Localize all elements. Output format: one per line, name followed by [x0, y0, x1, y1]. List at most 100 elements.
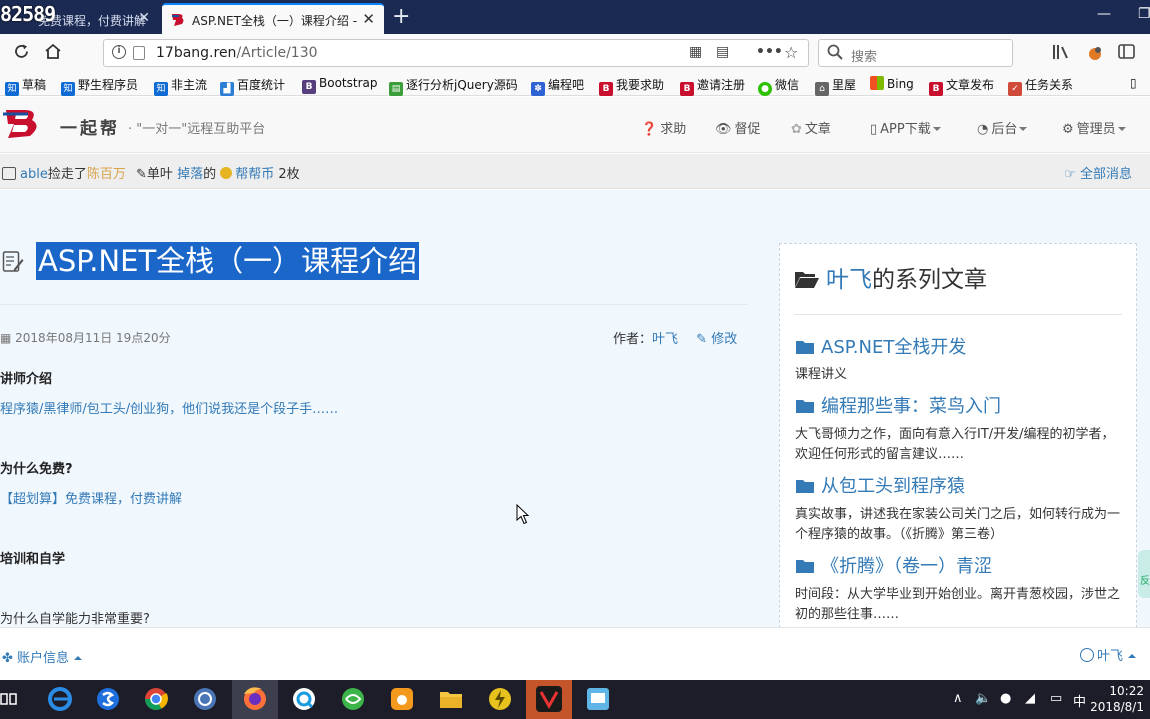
firefox-active-task[interactable]: [232, 680, 278, 719]
message-target-link[interactable]: 陈百万: [87, 167, 126, 182]
sogou-icon[interactable]: [94, 685, 122, 713]
paw-icon: ✽: [531, 82, 545, 96]
site-icon: B: [680, 82, 694, 96]
bookmark-item[interactable]: ✽ 编程吧: [531, 76, 584, 96]
nav-help[interactable]: ❓ 求助: [641, 118, 686, 137]
bookmark-item[interactable]: B Bootstrap: [302, 76, 377, 94]
tray-expand-icon[interactable]: ∧: [953, 691, 963, 706]
article-title[interactable]: ASP.NET全栈（一）课程介绍: [36, 242, 420, 280]
home-icon[interactable]: [44, 43, 62, 60]
bookmark-item[interactable]: ▤ 逐行分析jQuery源码: [389, 76, 518, 96]
footer-bar: ✤ 账户信息 叶飞: [0, 627, 1150, 680]
tab-active[interactable]: ASP.NET全栈（一）课程介绍 - ✕: [162, 3, 384, 34]
bookmark-item[interactable]: B 邀请注册: [680, 76, 745, 96]
more-bookmarks-icon[interactable]: ▯: [1130, 76, 1137, 90]
volume-icon[interactable]: 🔈: [975, 691, 991, 706]
caret-down-icon: [1117, 127, 1126, 131]
extension-icon[interactable]: [1086, 44, 1104, 62]
tab-close-icon[interactable]: ✕: [362, 10, 375, 28]
sidebar-author-link[interactable]: 叶飞: [826, 267, 872, 293]
all-messages-link[interactable]: ☞ 全部消息: [1064, 163, 1132, 182]
user-circle-icon: [1079, 648, 1094, 662]
site-icon: B: [599, 82, 613, 96]
maximize-icon[interactable]: ❐: [1138, 6, 1150, 22]
section-heading: 培训和自学: [0, 552, 66, 567]
file-explorer-icon[interactable]: [437, 685, 465, 713]
nav-admin[interactable]: ⚙ 管理员: [1062, 118, 1126, 137]
edit-document-icon: [2, 250, 24, 274]
bookmark-item[interactable]: B 文章发布: [929, 76, 994, 96]
bookmark-item[interactable]: ⌂ 里屋: [815, 76, 856, 96]
message-actor-link[interactable]: able: [20, 167, 48, 182]
bookmark-item[interactable]: 知草稿: [5, 76, 46, 96]
bookmark-item[interactable]: 知野生程序员: [61, 76, 138, 96]
bookmark-star-icon[interactable]: ☆: [784, 43, 798, 62]
lightning-app-icon[interactable]: [486, 685, 514, 713]
dashboard-icon: ◔: [977, 122, 989, 137]
feedback-tab[interactable]: 反: [1138, 550, 1150, 598]
qq-browser-icon[interactable]: [290, 685, 318, 713]
question-circle-icon: ❓: [641, 122, 658, 137]
bookmark-item[interactable]: B 我要求助: [599, 76, 664, 96]
edit-button[interactable]: ✎ 修改: [696, 332, 737, 347]
nav-article[interactable]: ✿ 文章: [791, 118, 831, 137]
series-link[interactable]: 《折腾》（卷一）青涩: [795, 552, 992, 578]
ime-indicator[interactable]: 中: [1073, 691, 1086, 710]
library-icon[interactable]: [1052, 44, 1070, 60]
series-link[interactable]: 从包工头到程序猿: [795, 472, 965, 498]
system-clock[interactable]: 10:22 2018/8/1: [1090, 683, 1144, 715]
uc-browser-icon[interactable]: [388, 685, 416, 713]
remote-tool-icon[interactable]: [584, 685, 612, 713]
tab-close-icon[interactable]: ✕: [138, 10, 150, 26]
mobile-icon: ▯: [870, 122, 878, 137]
bookmark-item[interactable]: ● 微信: [758, 76, 799, 96]
section-link[interactable]: 【超划算】免费课程，付费讲解: [0, 488, 182, 507]
minimize-icon[interactable]: —: [1097, 6, 1111, 22]
coin-link[interactable]: 帮帮币: [235, 167, 274, 182]
info-icon[interactable]: i: [112, 45, 126, 59]
windows-taskbar: ∧ 🔈 ● ◢ ▭ 中 10:22 2018/8/1: [0, 680, 1150, 719]
bookmark-item[interactable]: Bing: [870, 76, 914, 91]
qr-code-icon[interactable]: ▦: [689, 44, 702, 60]
series-link[interactable]: 编程那些事：菜鸟入门: [795, 392, 1001, 418]
account-info-toggle[interactable]: ✤ 账户信息: [2, 647, 83, 666]
nav-urge[interactable]: 👁 督促: [715, 118, 761, 137]
site-logo-icon[interactable]: [2, 106, 44, 140]
page-actions-icon[interactable]: •••: [756, 44, 783, 60]
folder-icon: [796, 400, 814, 413]
author-link[interactable]: 叶飞: [652, 332, 678, 347]
360-browser-icon[interactable]: [339, 685, 367, 713]
sidebar-icon[interactable]: [1118, 44, 1135, 59]
user-menu-toggle[interactable]: 叶飞: [1079, 645, 1136, 664]
coin-icon: [220, 167, 233, 179]
section-link[interactable]: 程序猿/黑律师/包工头/创业狗，他们说我还是个段子手……: [0, 398, 338, 417]
edit-icon: ✎: [696, 332, 712, 347]
search-box[interactable]: 搜索: [818, 39, 1013, 67]
bookmark-item[interactable]: ✓ 任务关系: [1008, 76, 1073, 96]
reload-icon[interactable]: [13, 43, 30, 60]
browser-nav-bar: i 17bang.ren/Article/130 ▦ ▤ ••• ☆ 搜索: [0, 34, 1150, 72]
network-icon[interactable]: ◢: [1025, 691, 1035, 706]
edge-browser-icon[interactable]: [46, 685, 74, 713]
maxthon-icon[interactable]: [191, 685, 219, 713]
chrome-icon[interactable]: [142, 685, 170, 713]
brand-name[interactable]: 一起帮: [60, 114, 120, 139]
site-favicon-icon: [170, 12, 186, 28]
red-app-active-task[interactable]: [526, 680, 572, 719]
url-bar[interactable]: i 17bang.ren/Article/130 ▦ ▤ ••• ☆: [103, 39, 809, 67]
message-dropped-link[interactable]: 掉落: [177, 167, 203, 182]
site-header: 一起帮 · "一对一"远程互助平台 ❓ 求助 👁 督促 ✿ 文章 ▯ APP下载 ◔ 后台…: [0, 97, 1150, 153]
url-text[interactable]: 17bang.ren/Article/130: [156, 45, 318, 61]
nav-backend[interactable]: ◔ 后台: [977, 118, 1028, 137]
series-link[interactable]: ASP.NET全栈开发: [795, 333, 966, 359]
new-tab-button[interactable]: +: [392, 4, 410, 29]
bookmark-item[interactable]: ▟ 百度统计: [220, 76, 285, 96]
reader-view-icon[interactable]: ▤: [716, 44, 729, 60]
message-tray-icon[interactable]: ▭: [1050, 691, 1062, 706]
bootstrap-icon: B: [302, 80, 316, 94]
puzzle-icon: ✤: [2, 651, 18, 666]
qq-tray-icon[interactable]: ●: [1000, 691, 1011, 706]
task-view-icon[interactable]: [0, 685, 18, 713]
nav-app-download[interactable]: ▯ APP下载: [870, 118, 941, 137]
bookmark-item[interactable]: 知非主流: [154, 76, 207, 96]
